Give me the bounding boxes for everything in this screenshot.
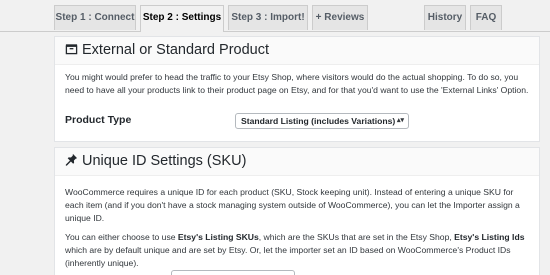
settings-page: Step 1 : Connect Step 2 : Settings Step … — [0, 0, 550, 275]
external-section-description: You might would prefer to head the traff… — [65, 72, 529, 95]
sku-section-description-2: You can either choose to use Etsy's List… — [65, 232, 525, 268]
section-header: Unique ID Settings (SKU) — [55, 148, 539, 176]
product-type-selected-value: Standard Listing (includes Variations) — [241, 116, 396, 126]
tab-step-3-import[interactable]: Step 3 : Import! — [228, 5, 308, 30]
sku-field-label-partial — [65, 271, 135, 275]
section-title: External or Standard Product — [65, 37, 269, 64]
sku-section-title: Unique ID Settings (SKU) — [82, 153, 247, 169]
pushpin-icon — [65, 153, 78, 166]
section-header: External or Standard Product — [55, 37, 539, 65]
section-title: Unique ID Settings (SKU) — [65, 148, 246, 175]
tab-faq[interactable]: FAQ — [470, 5, 502, 30]
box-icon — [65, 44, 78, 55]
sku-source-select[interactable] — [171, 270, 295, 275]
external-section-title: External or Standard Product — [82, 42, 269, 58]
tab-history[interactable]: History — [424, 5, 466, 30]
product-type-select[interactable]: Standard Listing (includes Variations) ▴… — [235, 113, 409, 129]
product-type-label: Product Type — [65, 114, 132, 126]
tab-step-2-settings[interactable]: Step 2 : Settings — [140, 5, 224, 32]
sku-settings-section: Unique ID Settings (SKU) WooCommerce req… — [54, 147, 540, 275]
tab-bar: Step 1 : Connect Step 2 : Settings Step … — [0, 0, 550, 32]
tab-reviews[interactable]: + Reviews — [312, 5, 368, 30]
tab-step-1-connect[interactable]: Step 1 : Connect — [54, 5, 136, 30]
select-arrows-icon: ▴▾ — [396, 117, 404, 124]
sku-section-description-1: WooCommerce requires a unique ID for eac… — [65, 187, 520, 223]
external-product-section: External or Standard Product You might w… — [54, 36, 540, 142]
